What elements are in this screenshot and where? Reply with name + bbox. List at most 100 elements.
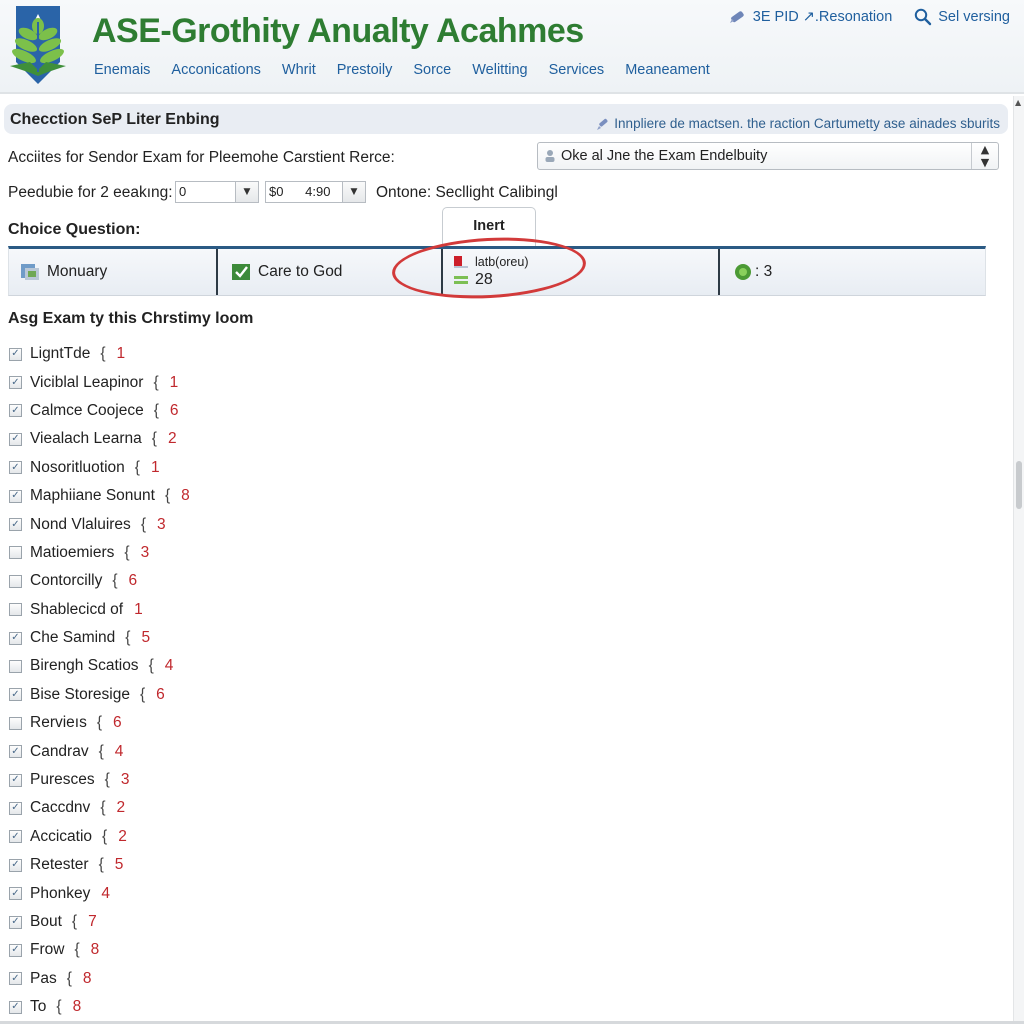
nav-item-acconications[interactable]: Acconications	[171, 62, 260, 78]
checkbox-checked[interactable]: ✓	[9, 801, 22, 815]
scrollbar[interactable]: ▲	[1013, 96, 1024, 1024]
list-item[interactable]: Birengh Scatios {4	[9, 652, 190, 680]
document-icon	[21, 264, 39, 280]
list-item[interactable]: ✓ Caccdnv {2	[9, 794, 190, 822]
list-item[interactable]: ✓ To {8	[9, 993, 190, 1021]
scrollbar-thumb[interactable]	[1016, 461, 1022, 509]
list-item[interactable]: ✓ Calmce Coojece {6	[9, 397, 190, 425]
nav-item-prestoily[interactable]: Prestoily	[337, 62, 393, 78]
checkbox-checked[interactable]: ✓	[9, 773, 22, 787]
checkbox-checked[interactable]: ✓	[9, 1000, 22, 1014]
list-item[interactable]: ✓ Phonkey 4	[9, 879, 190, 907]
select-spinner-icon[interactable]: ▲ ▼	[971, 143, 998, 169]
checkbox-unchecked[interactable]	[9, 659, 22, 673]
list-item[interactable]: Rervieıs {6	[9, 709, 190, 737]
resonation-link[interactable]: 3E PID ↗.Resonation	[727, 9, 893, 25]
list-item-brace: {	[164, 487, 171, 505]
list-item[interactable]: ✓ Accicatio {2	[9, 823, 190, 851]
list-item[interactable]: ✓ Nond Vlaluires {3	[9, 510, 190, 538]
person-icon	[545, 150, 555, 162]
list-item-label: Phonkey	[30, 884, 91, 902]
checkbox-checked[interactable]: ✓	[9, 915, 22, 929]
list-item-brace: {	[104, 771, 110, 789]
exam-select[interactable]: Oke al Jne the Exam Endelbuity ▲ ▼	[537, 142, 999, 170]
checkbox-checked[interactable]: ✓	[9, 489, 22, 503]
nav-item-welitting[interactable]: Welitting	[472, 62, 527, 78]
list-item[interactable]: Shablecicd of 1	[9, 596, 190, 624]
list-item[interactable]: ✓ Candrav {4	[9, 737, 190, 765]
list-item-count: 5	[141, 629, 151, 647]
combo-1-value: 0	[179, 184, 187, 199]
checkbox-unchecked[interactable]	[9, 716, 22, 730]
section-hint-link[interactable]: Innpliere de mactsen. the raction Cartum…	[596, 116, 1000, 131]
checkbox-checked[interactable]: ✓	[9, 745, 22, 759]
pen-icon	[597, 118, 608, 130]
resonation-link-label: 3E PID ↗.Resonation	[752, 9, 893, 25]
peedubie-combo-2[interactable]: $0 4:90 ▼	[265, 181, 366, 203]
green-badge-icon	[735, 264, 751, 280]
tree-shield-logo-icon[interactable]	[8, 4, 68, 86]
list-item[interactable]: ✓ Pas {8	[9, 965, 190, 993]
checkbox-checked[interactable]: ✓	[9, 858, 22, 872]
nav-item-meaneament[interactable]: Meaneament	[625, 62, 710, 78]
choice-cell-latb[interactable]: latb(oreu) 28	[443, 249, 720, 295]
checkbox-checked[interactable]: ✓	[9, 972, 22, 986]
list-item-brace: {	[153, 373, 159, 391]
checkbox-unchecked[interactable]	[9, 603, 22, 617]
checkbox-checked[interactable]: ✓	[9, 347, 22, 361]
chevron-down-icon[interactable]: ▼	[342, 182, 365, 202]
list-item-label: Retester	[30, 856, 89, 874]
checkbox-checked[interactable]: ✓	[9, 376, 22, 390]
checkbox-checked[interactable]: ✓	[9, 432, 22, 446]
list-item-brace: {	[74, 941, 80, 959]
list-item-count: 4	[101, 884, 110, 902]
list-item[interactable]: ✓ LigntTde {1	[9, 340, 190, 368]
checkbox-checked[interactable]: ✓	[9, 518, 22, 532]
choice-latb-label: latb(oreu)	[475, 255, 529, 269]
checkbox-checked[interactable]: ✓	[9, 688, 22, 702]
nav-item-services[interactable]: Services	[549, 62, 605, 78]
checkbox-checked[interactable]: ✓	[9, 461, 22, 475]
bars-icon	[454, 276, 468, 284]
list-item[interactable]: ✓ Retester {5	[9, 851, 190, 879]
checkbox-unchecked[interactable]	[9, 546, 22, 560]
sel-versing-link[interactable]: Sel versing	[914, 8, 1010, 26]
list-item-brace: {	[100, 345, 106, 363]
list-item[interactable]: ✓ Nosoritluotion {1	[9, 454, 190, 482]
list-item[interactable]: Matioemiers {3	[9, 539, 190, 567]
list-item-label: Frow	[30, 941, 65, 959]
checkbox-checked[interactable]: ✓	[9, 943, 22, 957]
list-item[interactable]: ✓ Bise Storesige {6	[9, 681, 190, 709]
list-item-brace: {	[124, 543, 130, 561]
checkbox-unchecked[interactable]	[9, 574, 22, 588]
list-item[interactable]: ✓ Puresces {3	[9, 766, 190, 794]
checkbox-checked[interactable]: ✓	[9, 631, 22, 645]
checkbox-checked[interactable]: ✓	[9, 830, 22, 844]
list-item[interactable]: ✓ Viealach Learna {2	[9, 425, 190, 453]
list-item[interactable]: ✓ Bout {7	[9, 908, 190, 936]
list-item-label: LigntTde	[30, 345, 91, 363]
nav-item-sorce[interactable]: Sorce	[413, 62, 451, 78]
list-item[interactable]: ✓ Viciblal Leapinor {1	[9, 368, 190, 396]
checkbox-checked[interactable]: ✓	[9, 887, 22, 901]
choice-latb-value: 28	[475, 271, 493, 288]
scroll-up-icon[interactable]: ▲	[1015, 98, 1021, 107]
peedubie-combo-1[interactable]: 0 ▼	[175, 181, 259, 203]
list-item[interactable]: Contorcilly {6	[9, 567, 190, 595]
list-item[interactable]: ✓ Frow {8	[9, 936, 190, 964]
combo-2-value: $0 4:90	[269, 184, 331, 199]
top-links: 3E PID ↗.Resonation Sel versing	[727, 8, 1010, 26]
chevron-down-icon[interactable]: ▼	[235, 182, 258, 202]
list-item[interactable]: ✓ Maphiiane Sonunt {8	[9, 482, 190, 510]
choice-cell-monuary[interactable]: Monuary	[9, 249, 218, 295]
choice-cell-care-to-god[interactable]: Care to God	[218, 249, 443, 295]
tab-inert[interactable]: Inert	[442, 207, 536, 247]
checkbox-checked[interactable]: ✓	[9, 404, 22, 418]
list-item[interactable]: ✓ Che Samind {5	[9, 624, 190, 652]
nav-item-whrit[interactable]: Whrit	[282, 62, 316, 78]
choice-cell-badge[interactable]: : 3	[720, 249, 985, 295]
list-item-count: 2	[118, 827, 127, 845]
nav-item-enemais[interactable]: Enemais	[94, 62, 150, 78]
app-header: ASE-Grothity Anualty Acahmes Enemais Acc…	[0, 0, 1024, 94]
list-item-count: 6	[128, 572, 138, 590]
